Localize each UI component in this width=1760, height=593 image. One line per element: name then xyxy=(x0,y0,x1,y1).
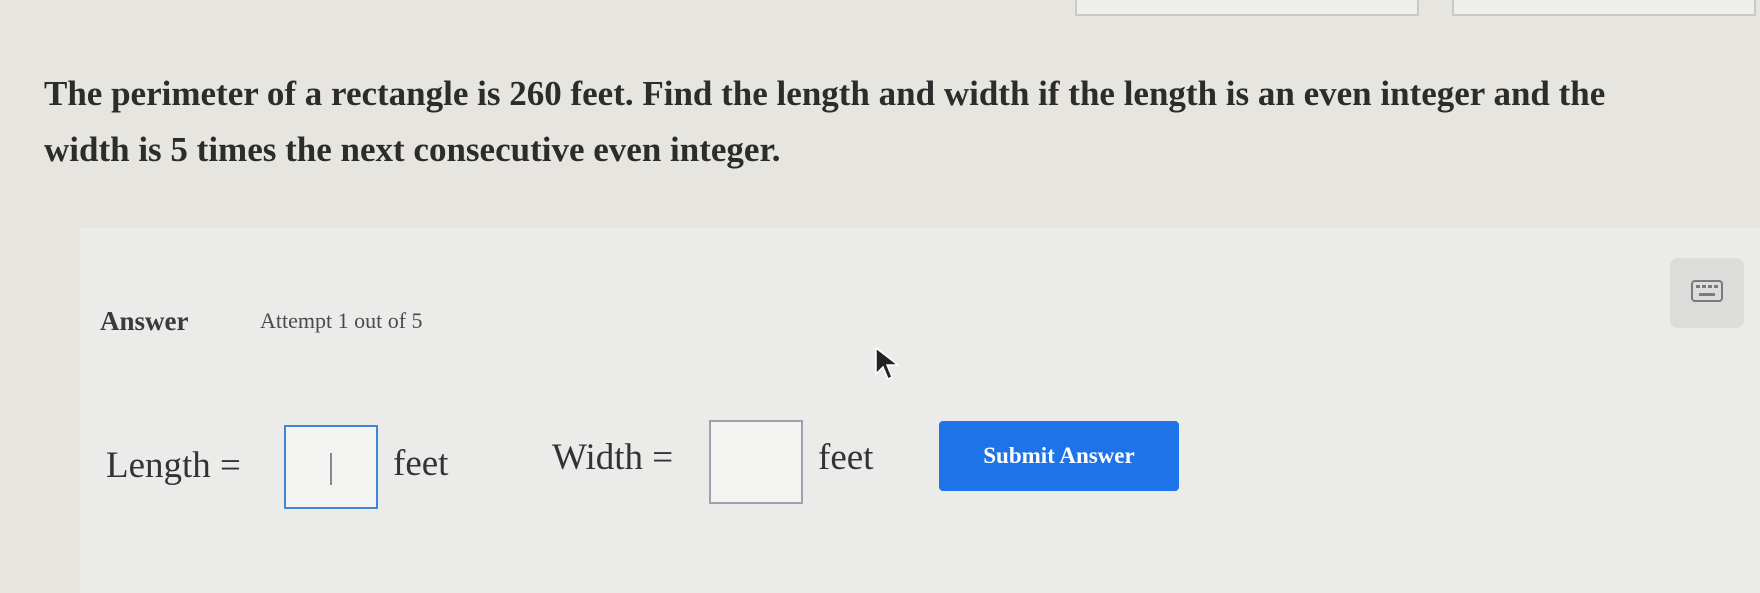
keyboard-toggle-button[interactable] xyxy=(1670,258,1744,328)
length-unit: feet xyxy=(393,443,449,484)
mouse-pointer-icon xyxy=(874,346,902,387)
question-text: The perimeter of a rectangle is 260 feet… xyxy=(44,74,1606,169)
answer-panel xyxy=(80,228,1760,593)
length-label: Length = xyxy=(106,445,241,486)
width-input[interactable] xyxy=(709,420,803,504)
text-caret xyxy=(330,453,332,485)
attempt-counter: Attempt 1 out of 5 xyxy=(260,308,423,333)
width-unit: feet xyxy=(818,437,874,478)
submit-answer-button[interactable]: Submit Answer xyxy=(939,421,1179,491)
length-input[interactable] xyxy=(284,425,378,509)
answer-title: Answer xyxy=(100,306,189,336)
top-tab-right[interactable] xyxy=(1452,0,1756,16)
width-label: Width = xyxy=(552,437,674,478)
keyboard-icon xyxy=(1691,279,1723,307)
top-tab-left[interactable] xyxy=(1075,0,1419,16)
